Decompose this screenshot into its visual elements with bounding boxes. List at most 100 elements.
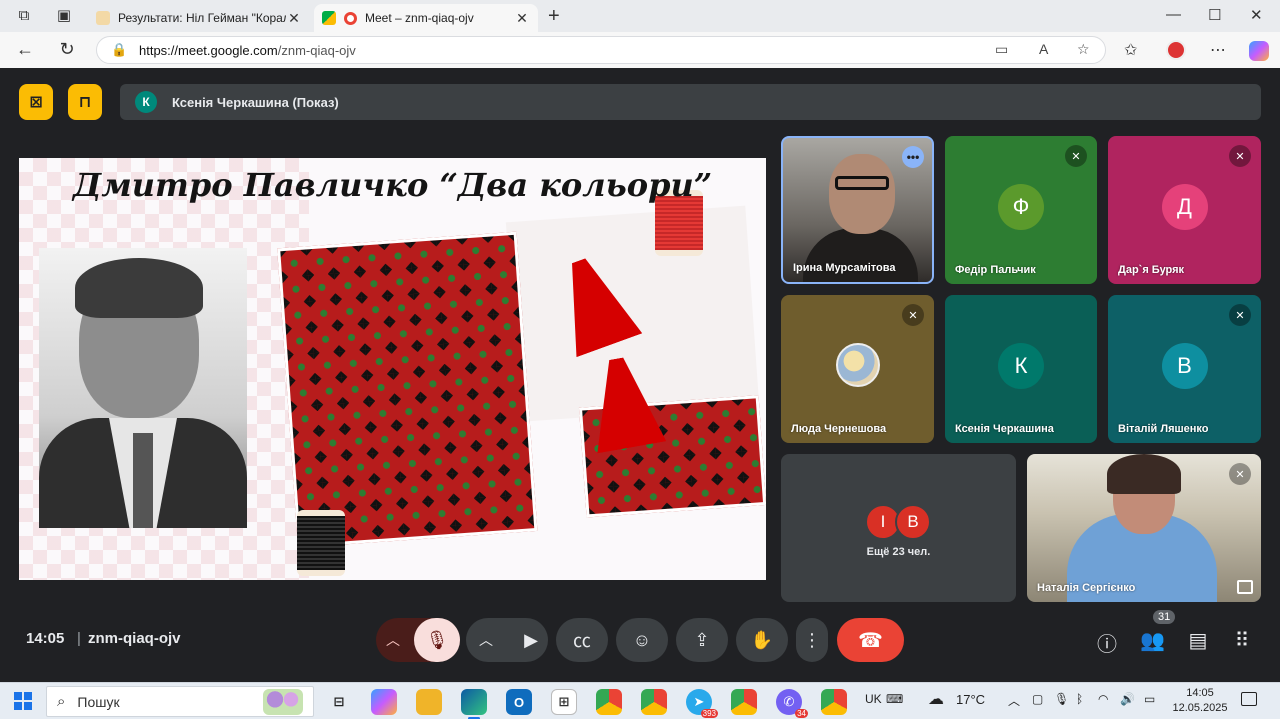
close-tab-icon[interactable]: ✕ bbox=[514, 10, 530, 27]
tab-actions-icon[interactable]: ▣ bbox=[54, 6, 74, 26]
telegram-badge: 393 bbox=[700, 709, 718, 718]
captions-button[interactable]: ㏄ bbox=[556, 618, 608, 662]
lock-icon[interactable]: 🔒 bbox=[111, 42, 129, 58]
new-tab-button[interactable]: + bbox=[548, 5, 560, 28]
chrome-profile-icon[interactable] bbox=[821, 689, 847, 715]
participant-tile-lyuda[interactable]: ✕ Люда Чернешова bbox=[781, 295, 934, 443]
camera-button[interactable]: ▶ bbox=[524, 630, 538, 651]
volume-icon[interactable]: 🔊 bbox=[1120, 692, 1135, 706]
picture-in-picture-icon[interactable] bbox=[1237, 580, 1253, 594]
favorites-icon[interactable]: ✩ bbox=[1124, 40, 1137, 60]
telegram-icon[interactable]: ➤ 393 bbox=[686, 689, 718, 718]
tab-meet[interactable]: Meet – znm-qiaq-ojv ✕ bbox=[314, 4, 538, 32]
settings-more-icon[interactable]: ⋯ bbox=[1210, 40, 1226, 60]
close-tab-icon[interactable]: ✕ bbox=[286, 10, 302, 27]
taskbar-clock[interactable]: 14:05 12.05.2025 bbox=[1172, 686, 1228, 716]
participant-avatar: В bbox=[895, 504, 931, 540]
minimize-button[interactable]: — bbox=[1166, 6, 1181, 23]
outlook-icon[interactable]: O bbox=[506, 689, 532, 715]
chat-icon[interactable]: ▤ bbox=[1186, 628, 1210, 653]
participant-count-badge: 31 bbox=[1153, 610, 1176, 624]
activities-icon[interactable]: ⠿ bbox=[1230, 628, 1254, 653]
input-language[interactable]: UK bbox=[865, 692, 882, 706]
keyboard-icon[interactable]: ⌨ bbox=[886, 692, 903, 706]
stop-camera-presenting-button[interactable]: ⊠ bbox=[19, 84, 53, 120]
leave-call-button[interactable]: ☎ bbox=[837, 618, 904, 662]
participant-tile-kseniya[interactable]: К Ксенія Черкашина bbox=[945, 295, 1097, 443]
participant-name: Ірина Мурсамітова bbox=[793, 262, 896, 274]
copilot-icon[interactable] bbox=[1249, 41, 1269, 61]
search-icon: ⌕ bbox=[57, 693, 66, 710]
browser-tab-bar: ⧉ ▣ Результати: Ніл Гейман "Коралін ✕ Me… bbox=[0, 0, 1280, 32]
meet-window: ⊠ ⊓ К Ксенія Черкашина (Показ) Дмитро Па… bbox=[4, 68, 1276, 682]
search-placeholder: Пошук bbox=[77, 693, 120, 710]
copilot-taskbar-icon[interactable] bbox=[371, 689, 397, 715]
taskbar-search[interactable]: ⌕ Пошук bbox=[46, 686, 314, 717]
meet-tray-icon[interactable]: ▢ bbox=[1032, 692, 1043, 706]
clock-time: 14:05 bbox=[1186, 687, 1214, 699]
layout-button[interactable]: ⊓ bbox=[68, 84, 102, 120]
edge-icon[interactable] bbox=[461, 689, 487, 719]
bluetooth-icon[interactable]: ᛒ bbox=[1076, 692, 1083, 706]
more-participants-tile[interactable]: І В Ещё 23 чел. bbox=[781, 454, 1016, 602]
meet-favicon-icon bbox=[322, 11, 336, 25]
tab-search-results[interactable]: Результати: Ніл Гейман "Коралін ✕ bbox=[88, 4, 310, 32]
participant-tile-fedir[interactable]: Ф ✕ Федір Пальчик bbox=[945, 136, 1097, 284]
present-screen-button[interactable]: ⇪ bbox=[676, 618, 728, 662]
windows-taskbar: ⌕ Пошук ⊟ O ⊞ ➤ 393 ✆ 34 UK ⌨ ☁ 17°C ︿ ▢ 🎙… bbox=[0, 682, 1280, 719]
chrome-icon[interactable] bbox=[596, 689, 622, 715]
participant-tile-irina[interactable]: ••• Ірина Мурсамітова bbox=[781, 136, 934, 284]
profile-avatar[interactable] bbox=[1166, 40, 1186, 60]
video-settings-chevron-icon[interactable]: ︿ bbox=[479, 630, 493, 650]
back-button[interactable]: ← bbox=[14, 39, 36, 60]
start-button[interactable] bbox=[14, 692, 32, 710]
microphone-tray-icon[interactable]: 🎙 bbox=[1054, 692, 1069, 706]
workspaces-icon[interactable]: ⧉ bbox=[14, 6, 34, 26]
camera-site-icon[interactable]: ▭ bbox=[995, 41, 1008, 58]
reload-button[interactable]: ↻ bbox=[56, 39, 78, 60]
more-options-icon[interactable]: ••• bbox=[902, 146, 924, 168]
more-options-button[interactable]: ⋮ bbox=[796, 618, 828, 662]
chrome-profile-icon[interactable] bbox=[641, 689, 667, 715]
address-bar[interactable]: 🔒 https://meet.google.com/znm-qiaq-ojv ▭… bbox=[96, 36, 1106, 64]
participant-tile-vitaliy[interactable]: В ✕ Віталій Ляшенко bbox=[1108, 295, 1261, 443]
raise-hand-button[interactable]: ✋ bbox=[736, 618, 788, 662]
weather-icon[interactable]: ☁ bbox=[928, 689, 944, 709]
maximize-button[interactable]: ☐ bbox=[1208, 6, 1221, 24]
notifications-icon[interactable] bbox=[1241, 692, 1257, 706]
reactions-button[interactable]: ☺ bbox=[616, 618, 668, 662]
weather-temperature[interactable]: 17°C bbox=[956, 692, 985, 707]
read-aloud-icon[interactable]: A bbox=[1039, 41, 1048, 57]
meeting-info-icon[interactable]: ⓘ bbox=[1095, 628, 1119, 657]
embroidery-image bbox=[266, 205, 766, 559]
favorite-star-icon[interactable]: ☆ bbox=[1077, 41, 1090, 58]
chrome-profile-icon[interactable] bbox=[731, 689, 757, 715]
task-view-icon[interactable]: ⊟ bbox=[326, 689, 352, 715]
mic-muted-icon: ✕ bbox=[1229, 463, 1251, 485]
battery-icon[interactable]: ▭ bbox=[1144, 692, 1155, 706]
presentation-slide: Дмитро Павличко “Два кольори” bbox=[19, 158, 766, 580]
participant-name: Дар`я Буряк bbox=[1118, 264, 1185, 276]
recording-icon bbox=[344, 11, 357, 25]
microphone-off-button[interactable]: 🎙 bbox=[414, 618, 460, 662]
participant-photo-avatar bbox=[835, 343, 880, 387]
url-text[interactable]: https://meet.google.com/znm-qiaq-ojv bbox=[139, 43, 356, 58]
viber-badge: 34 bbox=[795, 709, 808, 718]
search-highlight-image bbox=[263, 689, 303, 715]
search-favicon-icon bbox=[96, 11, 110, 25]
show-hidden-icons-icon[interactable]: ︿ bbox=[1008, 692, 1020, 709]
mic-muted-icon: ✕ bbox=[1229, 304, 1251, 326]
close-window-button[interactable]: ✕ bbox=[1250, 6, 1263, 24]
presenter-label: Ксенія Черкашина (Показ) bbox=[172, 94, 339, 110]
file-explorer-icon[interactable] bbox=[416, 689, 442, 715]
viber-icon[interactable]: ✆ 34 bbox=[776, 689, 808, 718]
separator: | bbox=[77, 630, 81, 647]
participant-tile-nataliya[interactable]: ✕ Наталія Сергієнко bbox=[1027, 454, 1261, 602]
url-path: /znm-qiaq-ojv bbox=[277, 42, 356, 58]
participant-avatar: Д bbox=[1161, 184, 1208, 230]
people-icon[interactable]: 👥 bbox=[1140, 628, 1165, 653]
wifi-icon[interactable]: ◠ bbox=[1098, 692, 1108, 706]
audio-settings-chevron-icon[interactable]: ︿ bbox=[386, 630, 400, 650]
store-icon[interactable]: ⊞ bbox=[551, 689, 577, 715]
participant-tile-darya[interactable]: Д ✕ Дар`я Буряк bbox=[1108, 136, 1261, 284]
